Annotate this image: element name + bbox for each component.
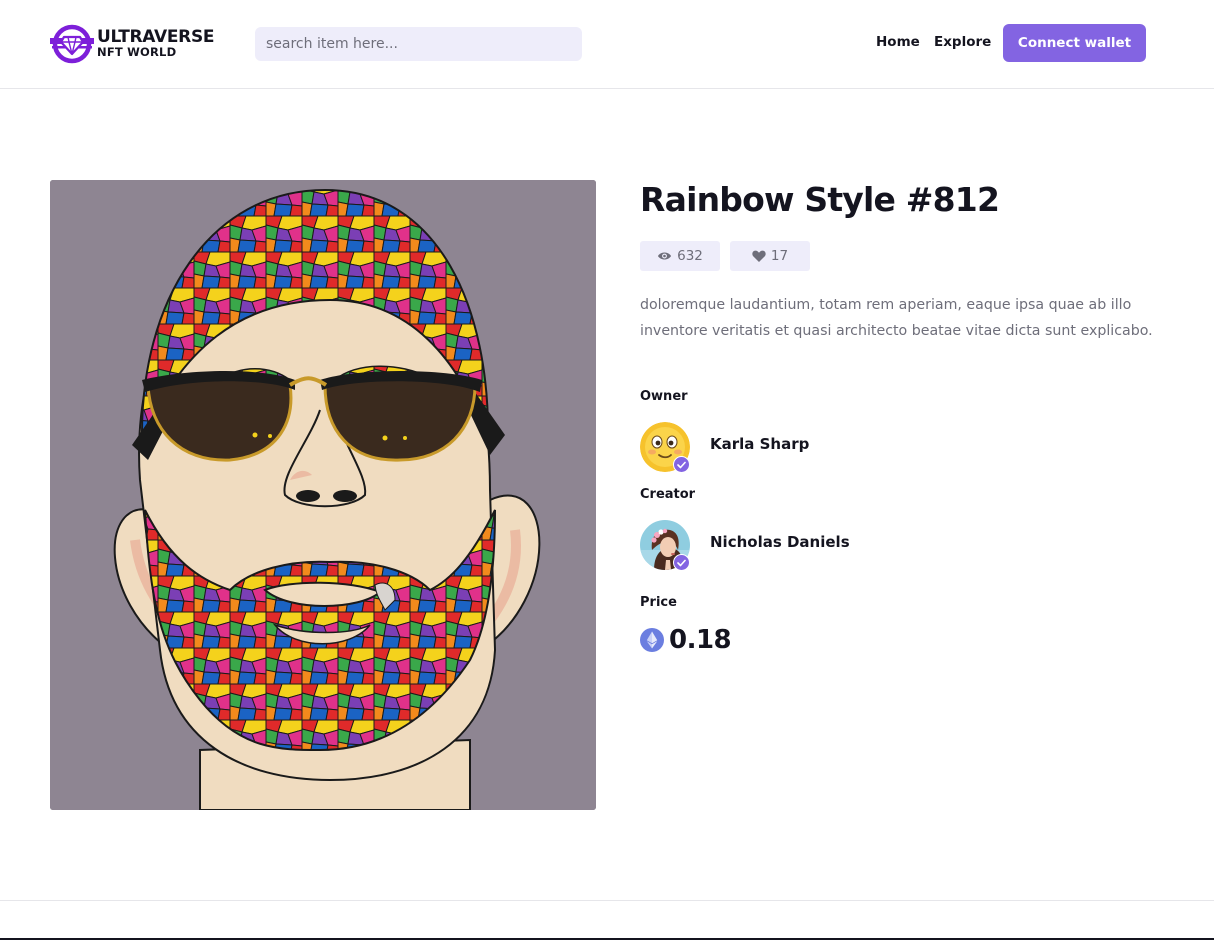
bearded-man-painting [50,180,596,810]
creator-profile[interactable]: Nicholas Daniels [640,520,960,571]
owner-verified-badge [673,456,690,473]
creator-name[interactable]: Nicholas Daniels [710,533,850,551]
item-description: doloremque laudantium, totam rem aperiam… [640,297,1153,339]
eye-icon [658,252,672,260]
likes-badge[interactable]: 17 [730,241,810,271]
likes-count: 17 [770,248,789,264]
creator-verified-badge [673,554,690,571]
price-label: Price [640,595,677,610]
item-title: Rainbow Style #812 [640,180,1000,219]
price-display: 0.18 [640,625,732,655]
footer-divider [0,900,1214,901]
views-count: 632 [677,248,703,264]
brand-name: ULTRAVERSE [97,27,215,48]
search-input[interactable] [255,27,582,61]
check-icon [677,461,686,468]
heart-icon [752,250,766,262]
owner-name[interactable]: Karla Sharp [710,435,809,453]
site-header: ULTRAVERSE NFT WORLD Home Explore Connec… [0,0,1214,89]
brand-logo[interactable]: ULTRAVERSE NFT WORLD [50,24,230,64]
brand-wordmark: ULTRAVERSE NFT WORLD [97,27,215,60]
brand-tagline: NFT WORLD [97,45,177,60]
check-icon [677,559,686,566]
ethereum-icon [640,628,664,652]
creator-label: Creator [640,487,696,502]
connect-wallet-button[interactable]: Connect wallet [1003,24,1146,62]
nft-artwork-image [50,180,596,810]
price-value: 0.18 [669,625,732,655]
owner-profile[interactable]: Karla Sharp [640,422,960,473]
nav-explore-link[interactable]: Explore [934,34,991,50]
views-badge: 632 [640,241,720,271]
nav-home-link[interactable]: Home [876,34,920,50]
diamond-logo-icon [50,24,94,64]
owner-label: Owner [640,389,688,404]
